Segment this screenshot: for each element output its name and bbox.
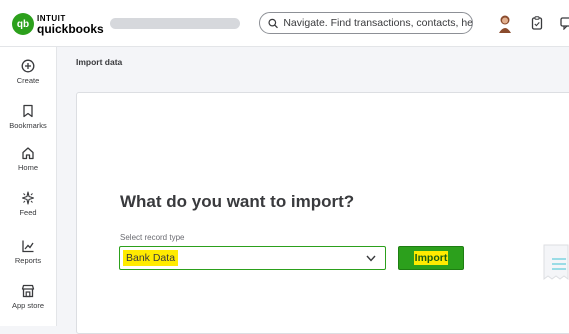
import-button-label: Import: [413, 251, 449, 265]
left-sidebar: Create Bookmarks Home Feed Reports App s…: [0, 47, 57, 326]
search-icon: [268, 18, 278, 28]
logo-product-text: quickbooks: [37, 22, 104, 36]
chevron-down-icon: [366, 255, 376, 262]
sidebar-item-app-store[interactable]: App store: [0, 284, 56, 310]
top-bar: qb INTUIT quickbooks Navigate. Find tran…: [0, 0, 569, 47]
record-type-select[interactable]: Bank Data: [119, 246, 386, 270]
sidebar-item-create[interactable]: Create: [0, 59, 56, 85]
record-type-label: Select record type: [120, 233, 185, 242]
home-icon: [22, 147, 34, 160]
bookmark-icon: [23, 104, 33, 118]
import-card: [76, 92, 569, 334]
chart-icon: [22, 240, 34, 253]
qb-logo-mark: qb: [12, 13, 34, 35]
sidebar-item-bookmarks[interactable]: Bookmarks: [0, 104, 56, 130]
import-button[interactable]: Import: [398, 246, 464, 270]
sidebar-item-feed[interactable]: Feed: [0, 191, 56, 217]
sidebar-item-label: Home: [17, 163, 38, 172]
sidebar-item-reports[interactable]: Reports: [0, 239, 56, 265]
user-avatar-icon[interactable]: [497, 13, 513, 33]
record-type-selected-value: Bank Data: [123, 250, 179, 266]
logo-wordmark: INTUIT quickbooks: [37, 14, 104, 36]
store-icon: [21, 284, 35, 298]
help-icon[interactable]: [560, 16, 569, 30]
page-title: Import data: [76, 57, 123, 67]
sidebar-item-label: App store: [11, 301, 45, 310]
sidebar-item-label: Feed: [19, 208, 37, 217]
search-placeholder: Navigate. Find transactions, contacts, h…: [283, 17, 472, 29]
plus-circle-icon: [21, 59, 35, 73]
clipboard-icon[interactable]: [531, 16, 543, 30]
quickbooks-logo[interactable]: qb INTUIT quickbooks: [12, 13, 104, 35]
sidebar-item-home[interactable]: Home: [0, 146, 56, 172]
company-name-placeholder[interactable]: [110, 18, 240, 29]
search-input[interactable]: Navigate. Find transactions, contacts, h…: [259, 12, 473, 34]
sparkle-icon: [21, 191, 35, 205]
import-heading: What do you want to import?: [120, 192, 355, 211]
document-illustration-icon: [543, 244, 569, 280]
sidebar-item-label: Create: [16, 76, 40, 85]
sidebar-item-label: Reports: [14, 256, 42, 265]
sidebar-item-label: Bookmarks: [9, 121, 47, 130]
